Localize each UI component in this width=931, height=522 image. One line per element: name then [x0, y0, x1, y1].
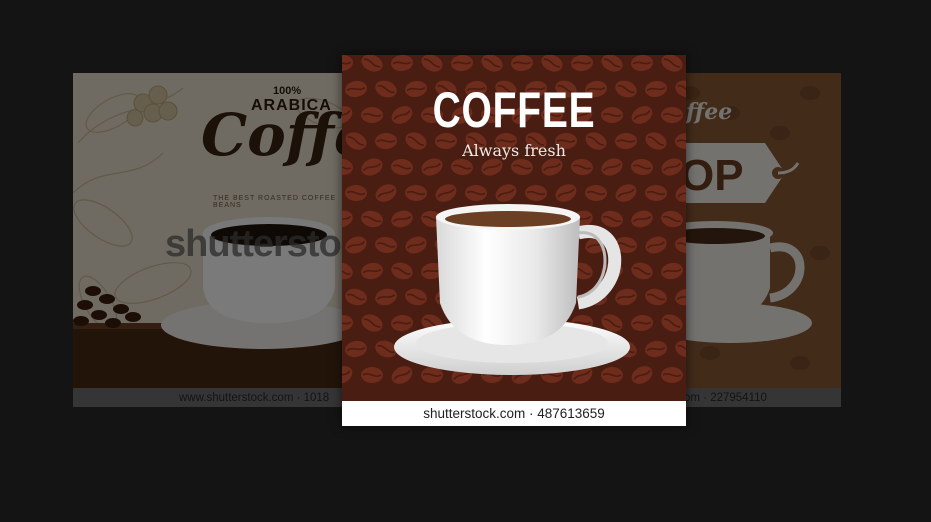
- carousel-item-left[interactable]: 100% ARABICA Coffee THE BEST ROASTED COF…: [73, 73, 365, 407]
- watermark-text: shutterstock: [165, 223, 365, 265]
- right-script-text: ffee: [686, 99, 733, 125]
- carousel-item-right[interactable]: ffee OP om · 227954110: [670, 73, 841, 407]
- arabica-percent: 100%: [273, 85, 302, 97]
- left-card-image: 100% ARABICA Coffee THE BEST ROASTED COF…: [73, 73, 365, 388]
- coffee-cup-icon: [394, 204, 630, 375]
- left-card-caption: www.shutterstock.com · 1018: [73, 388, 365, 407]
- right-card-caption: om · 227954110: [670, 388, 841, 407]
- carousel-item-center[interactable]: COFFEE Always fresh shutterstock.com · 4…: [342, 55, 686, 426]
- right-card-image: ffee OP: [670, 73, 841, 388]
- center-card-image: COFFEE Always fresh: [342, 55, 686, 401]
- center-card-caption: shutterstock.com · 487613659: [342, 401, 686, 426]
- right-sign-text: OP: [680, 151, 744, 200]
- coffee-script-title: Coffee: [201, 101, 365, 169]
